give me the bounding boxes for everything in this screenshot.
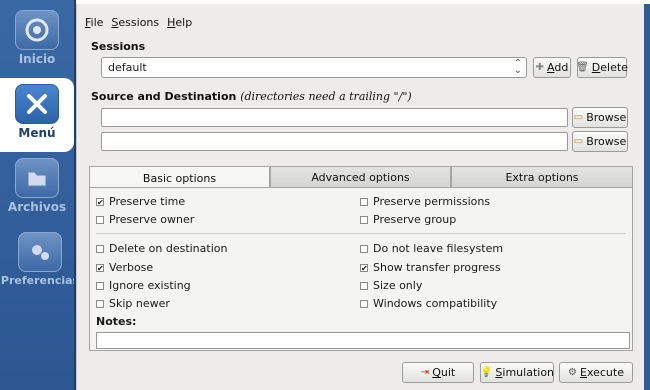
- exit-icon: ⇥: [420, 367, 430, 378]
- checkbox-show-transfer-progress[interactable]: ✔ Show transfer progress: [360, 261, 501, 274]
- dock-label: Preferencias: [0, 274, 80, 287]
- notes-input[interactable]: [96, 332, 630, 349]
- tab-extra-options[interactable]: Extra options: [451, 166, 633, 188]
- source-dest-title-text: Source and Destination: [91, 90, 237, 103]
- dock-item-preferencias[interactable]: Preferencias: [0, 226, 80, 300]
- menu-sessions[interactable]: Sessions: [111, 16, 159, 32]
- button-label: Browse: [586, 111, 627, 124]
- simulation-button[interactable]: 💡 Simulation: [480, 362, 554, 383]
- checkbox-box: [360, 197, 368, 206]
- checkbox-label: Skip newer: [109, 297, 170, 310]
- dock-label: Archivos: [7, 200, 67, 214]
- plus-icon: ✚: [535, 62, 545, 73]
- checkbox-label: Windows compatibility: [373, 297, 498, 310]
- button-label: xecute: [586, 366, 624, 379]
- checkbox-box: [360, 244, 368, 253]
- add-session-button[interactable]: ✚ Add: [533, 57, 571, 78]
- checkbox-label: Size only: [373, 279, 423, 292]
- button-label: imulation: [502, 366, 555, 379]
- options-separator: [96, 233, 626, 234]
- button-label: uit: [440, 366, 456, 379]
- dock-item-inicio[interactable]: Inicio: [0, 4, 74, 78]
- browse-source-button[interactable]: ▭ Browse: [572, 107, 628, 128]
- session-select[interactable]: default ⌃ ⌄: [101, 57, 527, 78]
- button-accel: Q: [432, 366, 441, 379]
- updown-arrow-icon: ⌃ ⌄: [513, 58, 522, 76]
- menu-help[interactable]: Help: [167, 16, 192, 32]
- options-tabs: Basic options Advanced options Extra opt…: [89, 166, 633, 189]
- dock-label: Inicio: [18, 52, 56, 66]
- button-label: elete: [600, 61, 628, 74]
- button-label: dd: [554, 61, 569, 74]
- destination-field[interactable]: [101, 132, 568, 151]
- checkbox-preserve-group[interactable]: Preserve group: [360, 213, 456, 226]
- button-label: Browse: [586, 135, 627, 148]
- tab-advanced-options[interactable]: Advanced options: [270, 166, 451, 188]
- dock-item-archivos[interactable]: Archivos: [0, 152, 74, 226]
- basic-options-panel: ✔ Preserve time Preserve permissions Pres…: [89, 187, 633, 351]
- checkbox-box: ✔: [96, 263, 104, 273]
- checkbox-skip-newer[interactable]: Skip newer: [96, 297, 170, 310]
- checkbox-ignore-existing[interactable]: Ignore existing: [96, 279, 191, 292]
- checkbox-label: Preserve group: [373, 213, 457, 226]
- checkbox-box: [360, 281, 368, 290]
- source-dest-title: Source and Destination (directories need…: [91, 90, 412, 103]
- checkbox-label: Preserve time: [109, 195, 186, 208]
- checkbox-preserve-owner[interactable]: Preserve owner: [96, 213, 194, 226]
- checkbox-delete-on-destination[interactable]: Delete on destination: [96, 242, 227, 255]
- session-selected-value: default: [108, 61, 147, 74]
- button-accel: E: [579, 366, 587, 379]
- checkbox-label: Ignore existing: [109, 279, 191, 292]
- folder-icon: ▭: [573, 136, 584, 147]
- tab-basic-options[interactable]: Basic options: [89, 166, 270, 189]
- checkbox-box: [360, 215, 368, 224]
- browse-destination-button[interactable]: ▭ Browse: [572, 131, 628, 152]
- lightbulb-icon: 💡: [479, 367, 493, 378]
- menu-label: elp: [175, 16, 193, 29]
- menu-label: essions: [118, 16, 160, 29]
- checkbox-verbose[interactable]: ✔ Verbose: [96, 261, 153, 274]
- checkbox-preserve-permissions[interactable]: Preserve permissions: [360, 195, 490, 208]
- checkbox-label: Preserve permissions: [373, 195, 491, 208]
- execute-button[interactable]: ⚙ Execute: [559, 362, 633, 383]
- notes-label: Notes:: [96, 315, 137, 328]
- checkbox-box: [96, 281, 104, 290]
- button-accel: D: [591, 61, 601, 74]
- source-field[interactable]: [101, 108, 568, 127]
- checkbox-label: Verbose: [109, 261, 154, 274]
- checkbox-windows-compatibility[interactable]: Windows compatibility: [360, 297, 497, 310]
- trash-icon: 🗑: [576, 62, 589, 73]
- checkbox-box: [96, 215, 104, 224]
- checkbox-size-only[interactable]: Size only: [360, 279, 422, 292]
- sessions-title: Sessions: [91, 40, 146, 53]
- source-dest-hint: (directories need a trailing "/"): [240, 90, 412, 103]
- menu-bar: File Sessions Help: [85, 16, 192, 32]
- checkbox-label: Do not leave filesystem: [373, 242, 504, 255]
- quit-button[interactable]: ⇥ Quit: [402, 362, 474, 383]
- home-icon: [15, 10, 59, 50]
- main-window: File Sessions Help Sessions default ⌃ ⌄ ✚…: [76, 4, 644, 390]
- app-dock: Inicio Menú Archivos Preferencias: [0, 0, 79, 390]
- execute-icon: ⚙: [568, 367, 577, 378]
- checkbox-box: ✔: [360, 263, 368, 273]
- checkbox-label: Show transfer progress: [373, 261, 501, 274]
- checkbox-box: [360, 299, 368, 308]
- menu-file[interactable]: File: [85, 16, 103, 32]
- checkbox-label: Delete on destination: [109, 242, 228, 255]
- gear-icon: [18, 232, 62, 272]
- dock-label: Menú: [18, 126, 56, 140]
- folder-icon: ▭: [573, 112, 584, 123]
- checkbox-do-not-leave-filesystem[interactable]: Do not leave filesystem: [360, 242, 503, 255]
- checkbox-label: Preserve owner: [109, 213, 195, 226]
- dock-item-menu[interactable]: Menú: [0, 78, 74, 152]
- checkbox-box: ✔: [96, 197, 104, 207]
- checkbox-box: [96, 244, 104, 253]
- checkbox-box: [96, 299, 104, 308]
- delete-session-button[interactable]: 🗑 Delete: [576, 57, 628, 78]
- checkbox-preserve-time[interactable]: ✔ Preserve time: [96, 195, 185, 208]
- menu-label: ile: [90, 16, 104, 29]
- folder-icon: [15, 158, 59, 198]
- tools-icon: [15, 84, 59, 124]
